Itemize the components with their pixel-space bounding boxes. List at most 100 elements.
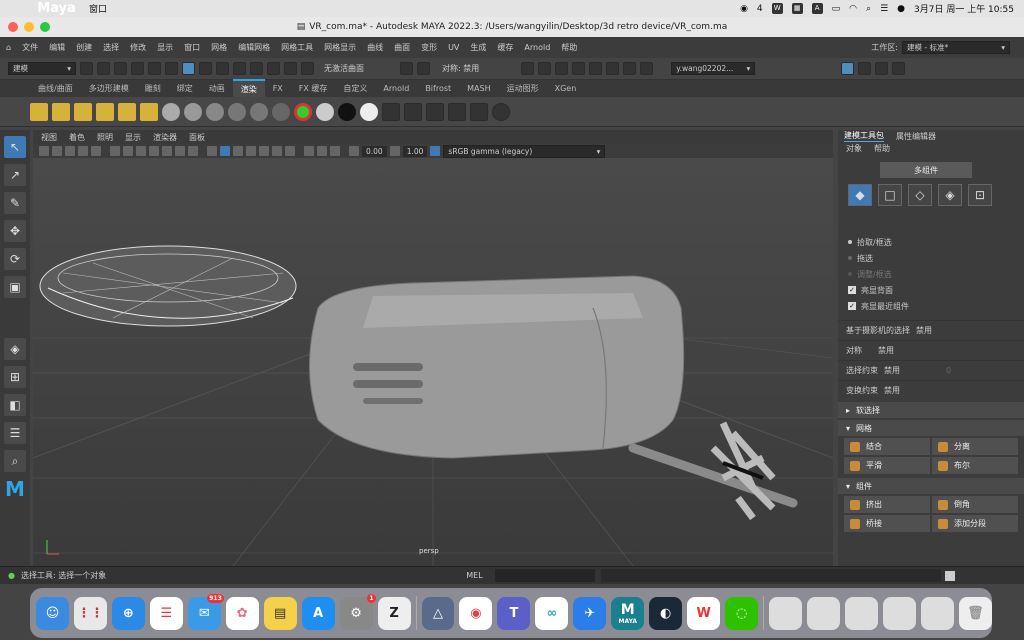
extrude-button[interactable]: 挤出: [844, 496, 930, 513]
snap-view-icon[interactable]: [267, 62, 280, 75]
tray-icon[interactable]: ▦: [791, 3, 803, 14]
render-current-icon[interactable]: [426, 102, 444, 121]
menu-arnold[interactable]: Arnold: [524, 43, 550, 52]
resolution-gate-icon[interactable]: [136, 146, 146, 156]
face-mode-icon[interactable]: ◈: [938, 184, 962, 206]
undo-icon[interactable]: [131, 62, 144, 75]
recent-window-thumb-4[interactable]: [882, 596, 916, 630]
gamma-value[interactable]: 1.00: [402, 145, 428, 157]
symmetry-label[interactable]: 对称: 禁用: [442, 63, 479, 74]
scale-tool-icon[interactable]: ▣: [4, 276, 26, 298]
window-menu[interactable]: 窗口: [89, 2, 107, 15]
shelf-tab-mash[interactable]: MASH: [459, 80, 498, 97]
option-pick-marquee[interactable]: 拾取/框选: [838, 234, 1024, 250]
arnold-pause-icon[interactable]: [640, 62, 654, 75]
snap-point-icon[interactable]: [250, 62, 263, 75]
hypershade-icon[interactable]: [589, 62, 603, 75]
menu-display[interactable]: 显示: [157, 42, 173, 53]
finder-icon[interactable]: ☺: [36, 596, 69, 630]
close-window-button[interactable]: [8, 22, 18, 32]
zoom-window-button[interactable]: [40, 22, 50, 32]
wifi-icon[interactable]: ◠: [849, 4, 857, 14]
menu-mesh-tools[interactable]: 网格工具: [281, 42, 313, 53]
tab-modeling-toolkit[interactable]: 建模工具包: [844, 130, 884, 142]
mel-label[interactable]: MEL: [466, 571, 482, 580]
script-editor-icon[interactable]: [944, 570, 955, 581]
lark-icon[interactable]: ✈: [573, 596, 607, 630]
check-nearest[interactable]: ✓ 亮显最近组件: [838, 298, 1024, 314]
two-view-icon[interactable]: ◧: [4, 394, 26, 416]
smooth-shade-icon[interactable]: [220, 146, 230, 156]
grease-pencil-icon[interactable]: [91, 146, 101, 156]
render-settings-icon[interactable]: [572, 62, 586, 75]
phong-icon[interactable]: [228, 102, 246, 121]
trash-icon[interactable]: 🗑: [958, 596, 992, 630]
edge-mode-icon[interactable]: ◇: [908, 184, 932, 206]
shelf-tab-curves[interactable]: 曲线/曲面: [30, 80, 81, 97]
safari-icon[interactable]: ⊕: [111, 596, 145, 630]
multi-component-button[interactable]: 多组件: [880, 162, 972, 178]
outliner-layout-icon[interactable]: ☰: [4, 422, 26, 444]
bookmark-icon[interactable]: [52, 146, 62, 156]
shelf-tab-fx-cache[interactable]: FX 缓存: [291, 80, 336, 97]
magnet-icon[interactable]: [301, 62, 314, 75]
shelf-tab-arnold[interactable]: Arnold: [375, 80, 417, 97]
notes-icon[interactable]: ▤: [263, 596, 297, 630]
aniso-icon[interactable]: [272, 102, 290, 121]
ambient-light-icon[interactable]: [118, 102, 136, 121]
scene-view[interactable]: [32, 158, 834, 567]
xray-icon[interactable]: [317, 146, 327, 156]
object-mode-icon[interactable]: ◆: [848, 184, 872, 206]
wps-icon[interactable]: W: [687, 596, 721, 630]
exposure-icon[interactable]: [349, 146, 359, 156]
camera-based-select-row[interactable]: 基于摄影机的选择 禁用: [838, 320, 1024, 340]
blender-icon[interactable]: △: [421, 596, 455, 630]
vp-menu-view[interactable]: 视图: [41, 132, 57, 143]
search-icon[interactable]: ⌕: [866, 4, 871, 14]
shelf-tab-xgen[interactable]: XGen: [547, 80, 585, 97]
menu-generate[interactable]: 生成: [470, 42, 486, 53]
home-icon[interactable]: ⌂: [6, 43, 11, 52]
menuset-dropdown[interactable]: 建模 ▾: [8, 62, 76, 75]
menu-modify[interactable]: 修改: [130, 42, 146, 53]
lasso-tool-icon[interactable]: ↗: [4, 164, 26, 186]
shelf-tab-motion-graphics[interactable]: 运动图形: [499, 80, 547, 97]
zbrush-icon[interactable]: Z: [377, 596, 411, 630]
keyboard-icon[interactable]: A: [811, 3, 823, 14]
smooth-button[interactable]: 平滑: [844, 457, 930, 474]
render-target-icon[interactable]: [382, 102, 400, 121]
open-scene-icon[interactable]: [97, 62, 110, 75]
arnold-render-icon[interactable]: [606, 62, 620, 75]
safe-action-icon[interactable]: [175, 146, 185, 156]
four-view-icon[interactable]: ⊞: [4, 366, 26, 388]
ipr-icon[interactable]: [555, 62, 569, 75]
redo-icon[interactable]: [148, 62, 161, 75]
mel-input[interactable]: [494, 569, 595, 582]
vp-menu-lighting[interactable]: 照明: [97, 132, 113, 143]
render-settings-shelf-icon[interactable]: [492, 102, 510, 121]
field-chart-icon[interactable]: [162, 146, 172, 156]
surface-shader-icon[interactable]: [316, 102, 334, 121]
shelf-tab-custom[interactable]: 自定义: [335, 80, 375, 97]
volume-light-icon[interactable]: [140, 102, 158, 121]
wps-status-icon[interactable]: W: [771, 3, 783, 14]
boolean-button[interactable]: 布尔: [932, 457, 1018, 474]
point-light-icon[interactable]: [30, 102, 48, 121]
clock[interactable]: 3月7日 周一 上午 10:55: [914, 2, 1014, 15]
menu-windows[interactable]: 窗口: [184, 42, 200, 53]
grid-icon[interactable]: [110, 146, 120, 156]
camera-attrs-icon[interactable]: [39, 146, 49, 156]
separate-button[interactable]: 分离: [932, 438, 1018, 455]
select-tool-icon[interactable]: ↖: [4, 136, 26, 158]
control-center-icon[interactable]: ☰: [880, 4, 888, 14]
steam-icon[interactable]: ◐: [649, 596, 683, 630]
2d-pan-icon[interactable]: [78, 146, 88, 156]
channel-box-icon[interactable]: [892, 62, 906, 75]
bevel-button[interactable]: 倒角: [932, 496, 1018, 513]
menu-uv[interactable]: UV: [448, 43, 459, 52]
snap-curve-icon[interactable]: [233, 62, 246, 75]
shelf-tab-sculpt[interactable]: 雕刻: [137, 80, 169, 97]
modeling-toolkit-icon[interactable]: [841, 62, 855, 75]
search-icon[interactable]: ⌕: [4, 450, 26, 472]
use-background-icon[interactable]: [338, 102, 356, 121]
